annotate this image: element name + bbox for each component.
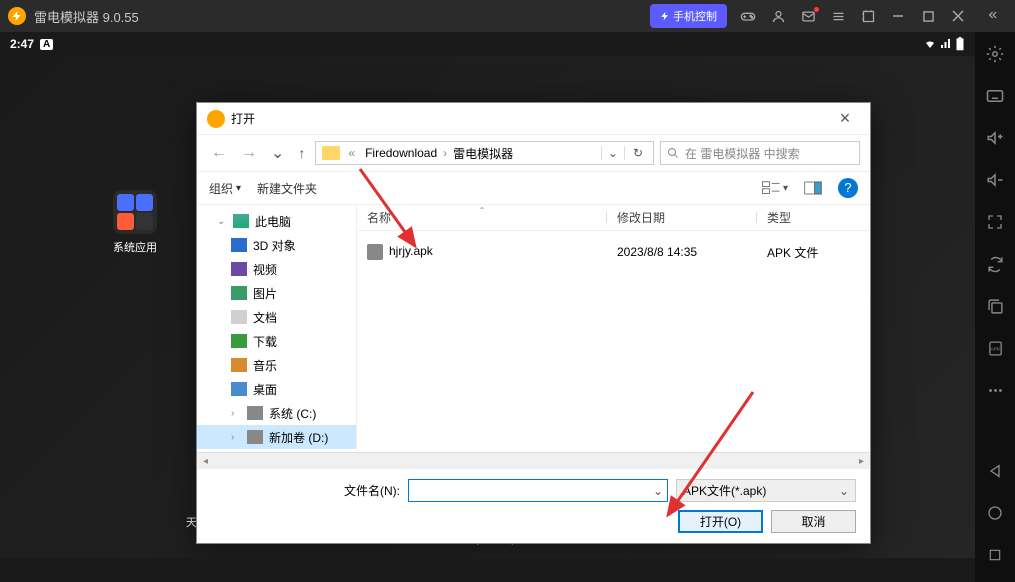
settings-icon[interactable] (983, 42, 1007, 66)
android-back-button[interactable] (983, 459, 1007, 483)
android-status-bar: 2:47 A (0, 32, 975, 56)
sidebar-item-drive-c[interactable]: ›系统 (C:) (197, 401, 356, 425)
sidebar-item-music[interactable]: 音乐 (197, 353, 356, 377)
dialog-close-button[interactable]: × (830, 108, 860, 129)
signal-icon (939, 38, 953, 50)
volume-down-icon[interactable] (983, 168, 1007, 192)
user-icon[interactable] (763, 1, 793, 31)
nav-forward-button[interactable]: → (237, 144, 261, 162)
phone-control-button[interactable]: 手机控制 (650, 4, 727, 28)
folder-tree: ⌄此电脑 3D 对象 视频 图片 文档 下载 音乐 桌面 ›系统 (C:) ›新… (197, 205, 357, 452)
refresh-button[interactable]: ↻ (624, 146, 651, 160)
minimize-icon[interactable] (883, 1, 913, 31)
dialog-body: ⌄此电脑 3D 对象 视频 图片 文档 下载 音乐 桌面 ›系统 (C:) ›新… (197, 205, 870, 452)
close-icon[interactable] (943, 1, 973, 31)
breadcrumb-item[interactable]: 雷电模拟器 (447, 145, 519, 162)
dialog-nav-bar: ← → ⌄ ↑ « Firedownload › 雷电模拟器 ⌄ ↻ 在 雷电模… (197, 135, 870, 171)
collapse-sidebar-icon[interactable] (977, 8, 1007, 25)
view-options-button[interactable]: ▾ (761, 181, 788, 195)
window-title: 雷电模拟器 9.0.55 (34, 7, 650, 26)
shortcut-label: 系统应用 (113, 242, 157, 254)
nav-up-button[interactable]: ↑ (294, 145, 309, 161)
system-apps-shortcut[interactable]: 系统应用 (110, 190, 160, 255)
column-headers: 名称⌃ 修改日期 类型 (357, 205, 870, 231)
search-placeholder: 在 雷电模拟器 中搜索 (685, 145, 800, 162)
fullscreen-icon[interactable] (983, 210, 1007, 234)
nav-recent-dropdown[interactable]: ⌄ (267, 143, 288, 163)
sidebar-item-video[interactable]: 视频 (197, 257, 356, 281)
scroll-right-button[interactable]: ▸ (853, 453, 870, 469)
android-home-button[interactable] (983, 501, 1007, 525)
folder-icon (322, 146, 340, 160)
battery-icon (955, 37, 965, 51)
file-date: 2023/8/8 14:35 (607, 245, 757, 259)
help-button[interactable]: ? (838, 178, 858, 198)
sidebar-item-drive-d[interactable]: ›新加卷 (D:) (197, 425, 356, 449)
dialog-title: 打开 (231, 110, 830, 127)
mail-icon[interactable] (793, 1, 823, 31)
svg-text:APK: APK (990, 346, 1001, 352)
address-bar[interactable]: « Firedownload › 雷电模拟器 ⌄ ↻ (315, 141, 654, 165)
cancel-button[interactable]: 取消 (771, 510, 856, 533)
file-item[interactable]: hjrjy.apk 2023/8/8 14:35 APK 文件 (357, 239, 870, 265)
filename-label: 文件名(N): (344, 482, 400, 499)
clock: 2:47 (10, 37, 34, 51)
preview-pane-button[interactable] (804, 181, 822, 195)
filename-input[interactable]: ⌄ (408, 479, 668, 502)
maximize-icon[interactable] (913, 1, 943, 31)
gamepad-icon[interactable] (733, 1, 763, 31)
sidebar-item-desktop[interactable]: 桌面 (197, 377, 356, 401)
wifi-icon (923, 38, 937, 50)
apk-icon[interactable]: APK (983, 336, 1007, 360)
column-type[interactable]: 类型 (757, 209, 870, 226)
more-icon[interactable] (983, 378, 1007, 402)
keyboard-icon[interactable] (983, 84, 1007, 108)
dialog-icon (207, 110, 225, 128)
file-list: 名称⌃ 修改日期 类型 hjrjy.apk 2023/8/8 14:35 APK… (357, 205, 870, 452)
dialog-toolbar: 组织 ▾ 新建文件夹 ▾ ? (197, 171, 870, 205)
sidebar-item-pictures[interactable]: 图片 (197, 281, 356, 305)
breadcrumb-item[interactable]: Firedownload (359, 146, 443, 160)
sidebar-item-downloads[interactable]: 下载 (197, 329, 356, 353)
titlebar: 雷电模拟器 9.0.55 手机控制 (0, 0, 1015, 32)
nav-back-button[interactable]: ← (207, 144, 231, 162)
search-input[interactable]: 在 雷电模拟器 中搜索 (660, 141, 860, 165)
volume-up-icon[interactable] (983, 126, 1007, 150)
search-icon (667, 147, 679, 159)
emulator-screen: 2:47 A 系统应用 天龙八部2: 飞龙战天 全民江湖 秦时明月: 沧海 (预… (0, 32, 975, 558)
sidebar-item-documents[interactable]: 文档 (197, 305, 356, 329)
address-dropdown[interactable]: ⌄ (601, 146, 624, 160)
horizontal-scrollbar[interactable]: ◂ ▸ (197, 452, 870, 469)
file-name: hjrjy.apk (389, 244, 433, 258)
sidebar-item-thispc[interactable]: ⌄此电脑 (197, 209, 356, 233)
menu-icon[interactable] (823, 1, 853, 31)
right-toolbar: APK (975, 32, 1015, 582)
open-button[interactable]: 打开(O) (678, 510, 763, 533)
column-date[interactable]: 修改日期 (607, 209, 757, 226)
scroll-left-button[interactable]: ◂ (197, 453, 214, 469)
filetype-select[interactable]: APK文件(*.apk)⌄ (676, 479, 856, 502)
new-folder-button[interactable]: 新建文件夹 (257, 180, 317, 197)
sync-icon[interactable] (983, 252, 1007, 276)
multi-instance-icon[interactable] (983, 294, 1007, 318)
system-apps-icon (113, 190, 157, 234)
file-type: APK 文件 (757, 244, 870, 261)
android-recents-button[interactable] (983, 543, 1007, 567)
screenshot-icon[interactable] (853, 1, 883, 31)
sidebar-item-3d[interactable]: 3D 对象 (197, 233, 356, 257)
status-badge: A (40, 39, 53, 50)
dialog-footer: 文件名(N): ⌄ APK文件(*.apk)⌄ 打开(O) 取消 (197, 469, 870, 543)
apk-file-icon (367, 244, 383, 260)
organize-button[interactable]: 组织 ▾ (209, 180, 241, 197)
dialog-titlebar: 打开 × (197, 103, 870, 135)
column-name[interactable]: 名称⌃ (357, 209, 607, 226)
file-open-dialog: 打开 × ← → ⌄ ↑ « Firedownload › 雷电模拟器 ⌄ ↻ … (196, 102, 871, 544)
app-logo-icon (8, 7, 26, 25)
